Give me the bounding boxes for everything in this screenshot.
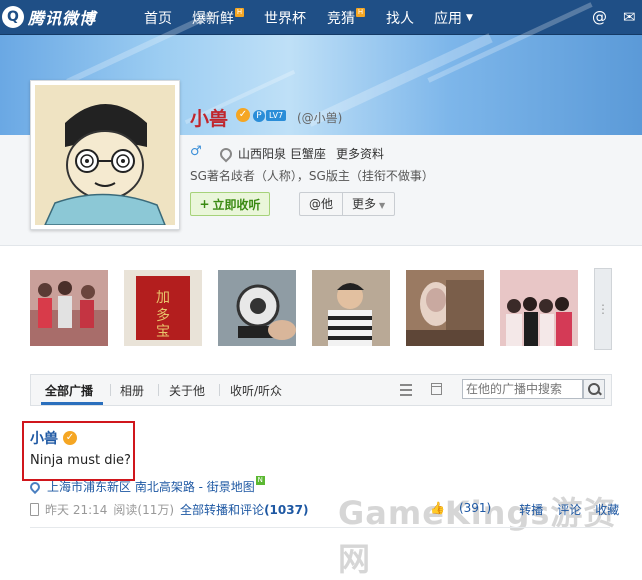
nav-item-apps[interactable]: 应用 ▼ bbox=[434, 8, 473, 28]
at-icon[interactable]: @ bbox=[592, 8, 607, 26]
verified-badge-icon: ✓ bbox=[236, 108, 250, 122]
plus-icon: + bbox=[199, 197, 210, 211]
list-view-icon[interactable] bbox=[400, 384, 412, 396]
more-button[interactable]: 更多 ▼ bbox=[343, 193, 394, 215]
repost-button[interactable]: 转播 bbox=[519, 501, 543, 518]
favorite-button[interactable]: 收藏 bbox=[595, 501, 619, 518]
photo-thumbnail[interactable] bbox=[218, 270, 296, 346]
search-input[interactable] bbox=[462, 379, 583, 399]
photo-thumbnail[interactable] bbox=[312, 270, 390, 346]
post-author[interactable]: 小兽 bbox=[30, 428, 58, 448]
photo-scroll-handle[interactable]: ⋮ bbox=[594, 268, 612, 350]
post-time[interactable]: 昨天 21:14 bbox=[45, 501, 107, 518]
comment-button[interactable]: 评论 bbox=[557, 501, 581, 518]
more-label: 更多 bbox=[352, 197, 377, 211]
verified-badge-icon: ✓ bbox=[63, 431, 77, 445]
like-button[interactable]: 👍 (391) bbox=[430, 501, 505, 518]
post-reads: 阅读(11万) bbox=[113, 503, 175, 517]
new-badge: N bbox=[255, 476, 265, 485]
feed-tabs: 全部广播 相册 关于他 收听/听众 bbox=[30, 374, 612, 406]
profile-name[interactable]: 小兽 bbox=[190, 104, 228, 131]
male-icon: ♂ bbox=[190, 144, 202, 159]
profile-handle: (@小兽) bbox=[297, 111, 343, 125]
nav-item-label: 找人 bbox=[386, 11, 414, 27]
logo-text: 腾讯微博 bbox=[28, 9, 97, 28]
photo-thumbnail[interactable] bbox=[406, 270, 484, 346]
envelope-icon[interactable]: ✉ bbox=[623, 8, 636, 26]
nav-item-label: 首页 bbox=[144, 11, 172, 27]
search-icon-handle bbox=[597, 390, 602, 396]
avatar[interactable] bbox=[30, 80, 180, 230]
all-reposts-link[interactable]: 全部转播和评论 bbox=[180, 501, 264, 518]
nav-item-find-people[interactable]: 找人 bbox=[386, 8, 414, 28]
post-location-text[interactable]: 上海市浦东新区 南北高架路 - 街景地图 bbox=[47, 478, 255, 495]
photo-thumbnail[interactable] bbox=[500, 270, 578, 346]
thumbs-up-icon: 👍 bbox=[430, 501, 445, 515]
nav-item-guess[interactable]: 竞猜 H bbox=[327, 7, 365, 28]
nav-item-label: 应用 bbox=[434, 11, 462, 27]
calendar-icon[interactable] bbox=[431, 383, 442, 395]
location-text: 山西阳泉 巨蟹座 bbox=[238, 147, 326, 161]
divider bbox=[110, 384, 111, 396]
nav-item-worldcup[interactable]: 世界杯 bbox=[264, 8, 306, 28]
top-nav: Q 腾讯微博 首页 爆新鲜 H 世界杯 竞猜 H 找人 应用 ▼ @ ✉ bbox=[0, 0, 642, 35]
nav-item-home[interactable]: 首页 bbox=[144, 8, 172, 28]
svg-text:多: 多 bbox=[156, 307, 170, 324]
logo-icon: Q bbox=[2, 6, 24, 28]
level-badge[interactable]: P LV7 bbox=[253, 109, 287, 122]
tencent-weibo-logo[interactable]: Q 腾讯微博 bbox=[2, 5, 96, 29]
photo-strip: 加多宝 bbox=[30, 270, 610, 346]
follow-button[interactable]: + 立即收听 bbox=[190, 192, 270, 216]
location-pin-icon bbox=[217, 145, 235, 162]
active-tab-indicator bbox=[41, 402, 103, 405]
photo-thumbnail[interactable] bbox=[30, 270, 108, 346]
tab-all-broadcasts[interactable]: 全部广播 bbox=[45, 382, 93, 399]
nav-item-label: 竞猜 bbox=[327, 11, 355, 27]
search-button[interactable] bbox=[583, 379, 605, 399]
tab-following-followers[interactable]: 收听/听众 bbox=[230, 382, 282, 399]
post-location[interactable]: 上海市浦东新区 南北高架路 - 街景地图 N bbox=[27, 476, 265, 495]
post-divider bbox=[30, 527, 610, 528]
nav-item-label: 世界杯 bbox=[264, 11, 306, 27]
svg-text:加: 加 bbox=[156, 290, 170, 306]
divider bbox=[158, 384, 159, 396]
profile-actions: @他 更多 ▼ bbox=[299, 192, 396, 216]
chevron-down-icon: ▼ bbox=[379, 201, 386, 210]
tab-about[interactable]: 关于他 bbox=[169, 382, 205, 399]
post-author-name[interactable]: 小兽 bbox=[30, 431, 58, 447]
chevron-down-icon: ▼ bbox=[466, 13, 473, 23]
mention-button[interactable]: @他 bbox=[300, 193, 342, 215]
post-actions: 👍 (391) 转播 评论 收藏 bbox=[430, 501, 633, 518]
photo-thumbnail[interactable]: 加多宝 bbox=[124, 270, 202, 346]
profile-bio: SG著名歧者（人称），SG版主（挂衔不做事） bbox=[190, 169, 434, 183]
post-text: Ninja must die? bbox=[30, 453, 131, 468]
level-icon: P bbox=[253, 109, 265, 122]
hot-badge: H bbox=[356, 7, 365, 17]
location-pin-icon bbox=[27, 479, 43, 494]
profile-location: 山西阳泉 巨蟹座 bbox=[217, 145, 326, 162]
hot-badge: H bbox=[235, 7, 244, 17]
tab-album[interactable]: 相册 bbox=[120, 382, 144, 399]
follow-label: 立即收听 bbox=[212, 197, 261, 212]
divider bbox=[219, 384, 220, 396]
like-count: (391) bbox=[458, 501, 492, 515]
more-info-link[interactable]: 更多资料 bbox=[336, 145, 384, 162]
level-text: LV7 bbox=[266, 110, 287, 121]
svg-text:宝: 宝 bbox=[156, 324, 170, 340]
avatar-image bbox=[35, 85, 175, 225]
all-reposts-count[interactable]: (1037) bbox=[264, 503, 308, 517]
phone-icon bbox=[30, 503, 39, 516]
post-meta: 昨天 21:14 阅读(11万) 全部转播和评论 (1037) bbox=[30, 501, 308, 518]
